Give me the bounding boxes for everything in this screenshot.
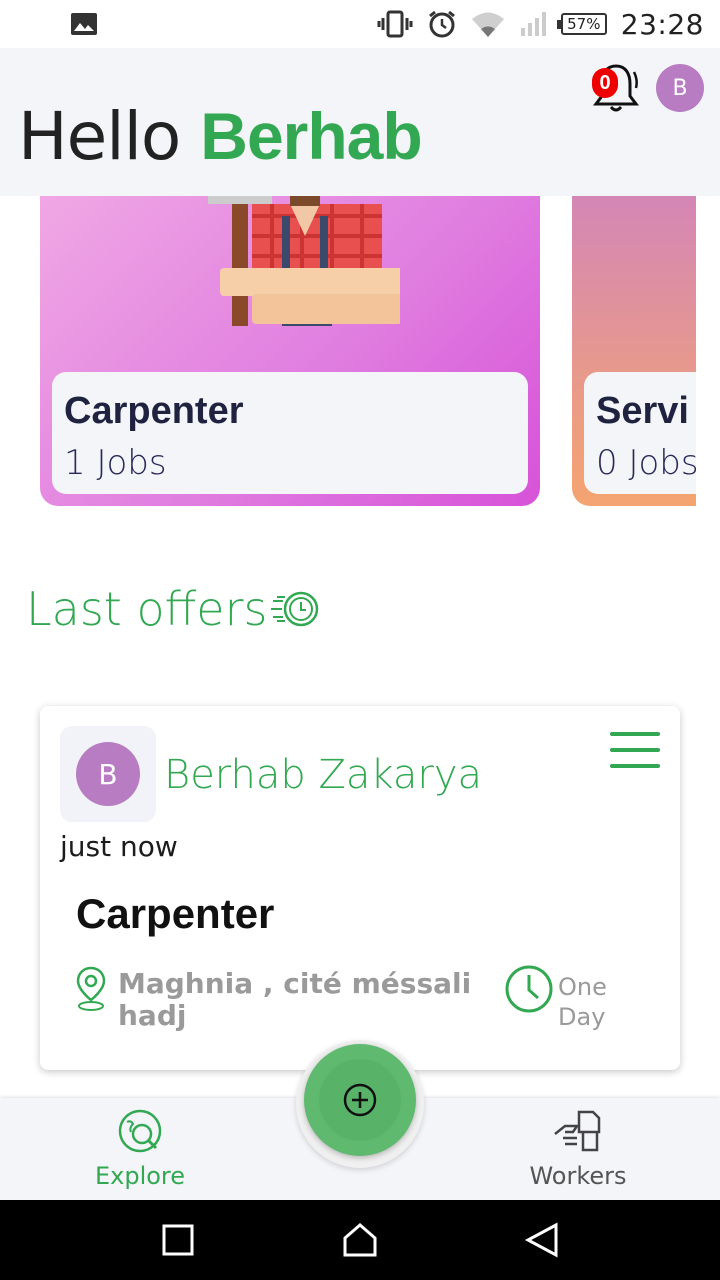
offer-duration: One Day [558,973,607,1031]
explore-icon [118,1109,162,1153]
add-circle-icon [343,1083,377,1117]
offer-card[interactable]: B Berhab Zakarya just now Carpenter Magh… [40,706,680,1070]
category-label: Carpenter 1 Jobs [52,372,528,494]
section-title-last-offers: Last offers [26,582,321,636]
offer-time: just now [60,830,178,863]
category-jobs-count: 0 Jobs [596,443,696,483]
status-time: 23:28 [620,7,704,41]
back-icon[interactable] [524,1222,560,1258]
category-jobs-count: 1 Jobs [64,443,167,483]
category-name: Servi [596,390,689,432]
nav-explore[interactable]: Explore [40,1108,240,1198]
nav-workers[interactable]: Workers [478,1108,678,1198]
wifi-icon [471,12,504,37]
greeting-text: Hello [18,98,181,175]
workers-icon [554,1110,601,1152]
status-bar: 57% 23:28 [0,0,720,48]
category-card-carpenter[interactable]: Carpenter 1 Jobs [40,196,540,506]
battery-icon: 57% [556,13,607,35]
offer-avatar-box: B [60,726,156,822]
recent-apps-icon[interactable] [162,1222,194,1258]
signal-icon [520,12,546,36]
page-title: Hello Berhab [18,98,423,175]
category-card-services[interactable]: Servi 0 Jobs [572,196,696,506]
category-carousel[interactable]: Carpenter 1 Jobs Servi 0 Jobs [24,196,696,522]
avatar: B [76,742,140,806]
nav-workers-label: Workers [529,1162,627,1190]
system-nav-bar [0,1200,720,1280]
nav-explore-label: Explore [94,1162,186,1190]
section-title-text: Last offers [26,582,268,636]
gallery-icon [71,13,97,35]
category-name: Carpenter [64,390,244,432]
fab-inner [319,1059,401,1141]
add-offer-button[interactable] [304,1044,416,1156]
clock-icon [505,965,553,1013]
fast-clock-icon [271,591,319,627]
location-pin-icon [76,966,106,1011]
user-name: Berhab [200,99,422,173]
vibrate-icon [377,10,413,38]
menu-icon[interactable] [610,732,660,768]
offer-user-name: Berhab Zakarya [164,752,483,798]
home-icon[interactable] [342,1222,378,1258]
category-label: Servi 0 Jobs [584,372,696,494]
alarm-icon [428,10,455,38]
offer-title: Carpenter [76,890,275,937]
avatar[interactable]: B [656,64,704,112]
carpenter-illustration-icon [208,196,400,326]
offer-location: Maghnia , cité méssali hadj [118,967,472,1032]
notification-badge: 0 [592,68,618,98]
